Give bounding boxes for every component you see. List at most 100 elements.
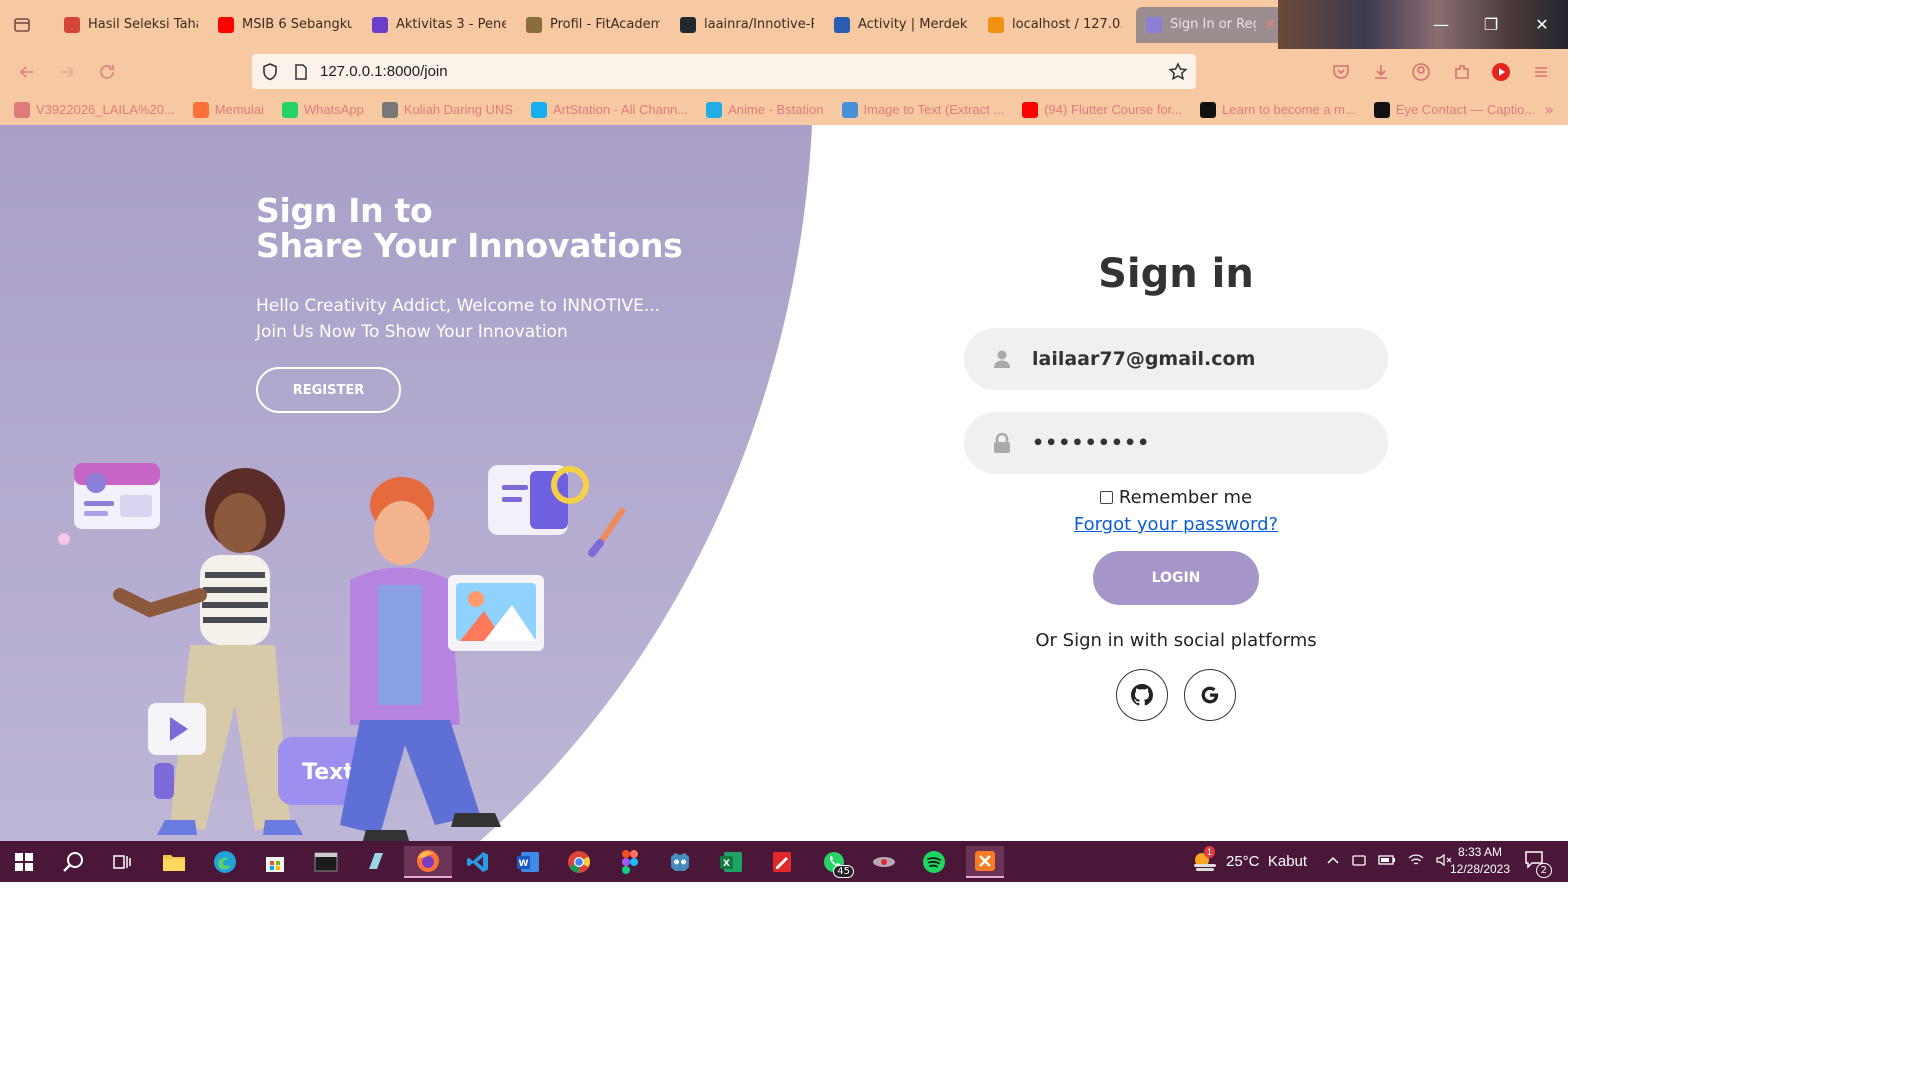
spotify-icon[interactable] [918,846,950,878]
artstation-icon [531,101,547,118]
browser-tab-label: Profil - FitAcadem [550,17,660,32]
youtube-extension-icon[interactable] [1489,60,1513,84]
reload-icon [100,65,114,79]
wifi-icon[interactable] [1408,853,1424,871]
word-icon[interactable]: W [512,846,544,878]
youtube-icon [218,16,234,33]
browser-tab-label: localhost / 127.0.0 [1012,17,1122,32]
captions-icon [1373,101,1390,118]
bookmark-label: Image to Text (Extract ... [863,102,1005,117]
terminal-icon[interactable] [310,846,342,878]
globe-icon [14,101,30,118]
password-field[interactable]: ••••••••• [964,412,1388,474]
url-text[interactable]: 127.0.0.1:8000/join [320,63,448,80]
bookmark-item-4[interactable]: ArtStation - All Chann... [531,101,688,118]
password-value[interactable]: ••••••••• [1032,432,1150,454]
notification-count: 2 [1535,863,1552,878]
chevron-up-icon[interactable] [1326,853,1340,871]
reload-button[interactable] [94,59,120,85]
remember-me-label[interactable]: Remember me [1119,487,1252,508]
back-button[interactable] [14,59,40,85]
bookmark-star-icon[interactable] [1168,62,1188,82]
microsoft-store-icon[interactable] [259,846,291,878]
browser-tab-7[interactable]: Sign In or Regi ✕ [1136,6,1286,43]
pocket-icon[interactable] [1329,60,1353,84]
vscode-icon[interactable] [462,846,494,878]
menu-icon[interactable] [1529,60,1553,84]
bookmark-item-5[interactable]: Anime - Bstation [706,101,824,118]
bookmark-item-3[interactable]: Kuliah Daring UNS [381,101,513,118]
extensions-icon[interactable] [1450,60,1474,84]
task-view-button[interactable] [106,846,138,878]
download-icon[interactable] [1369,60,1393,84]
bookmark-item-1[interactable]: Memulai [192,101,264,118]
kampus-icon [834,16,850,33]
bookmark-item-8[interactable]: Learn to become a m... [1200,101,1356,118]
register-button[interactable]: REGISTER [256,367,401,413]
godot-icon[interactable] [664,846,696,878]
browser-tab-strip: Hasil Seleksi Tahap MSIB 6 Sebangku Aktivi… [0,0,1568,49]
github-signin-button[interactable] [1116,669,1168,721]
bookmark-item-9[interactable]: Eye Contact — Captio... [1373,101,1535,118]
weather-widget[interactable]: 1 25°C Kabut [1192,846,1307,872]
notification-center-button[interactable]: 2 [1524,849,1552,878]
clock[interactable]: 8:33 AM 12/28/2023 [1444,844,1516,878]
bookmark-item-2[interactable]: WhatsApp [281,101,364,118]
arrow-right-icon [61,66,75,78]
file-explorer-icon[interactable] [158,846,190,878]
excel-icon[interactable]: X [715,846,747,878]
minimize-button[interactable]: — [1416,0,1466,49]
email-value[interactable]: lailaar77@gmail.com [1032,348,1255,370]
screen-recorder-icon[interactable] [868,846,900,878]
bookmark-item-7[interactable]: (94) Flutter Course for... [1022,101,1182,118]
notes-app-icon[interactable] [360,846,392,878]
figma-icon[interactable] [614,846,646,878]
bookmarks-overflow-icon[interactable]: » [1544,100,1554,119]
forward-button[interactable] [54,59,80,85]
edge-icon[interactable] [209,846,241,878]
camera-icon[interactable] [1352,853,1366,871]
browser-tab-0[interactable]: Hasil Seleksi Tahap [54,7,208,43]
login-button[interactable]: LOGIN [1093,551,1259,605]
hero-subtitle-line2: Join Us Now To Show Your Innovation [256,322,568,342]
google-icon [1201,686,1219,704]
browser-tab-6[interactable]: localhost / 127.0.0 [978,7,1132,43]
remember-me-checkbox[interactable] [1099,491,1113,504]
battery-icon[interactable] [1378,853,1396,871]
bookmark-item-0[interactable]: V3922026_LAILA%20... [14,101,175,118]
bookmark-label: Memulai [214,102,264,117]
search-button[interactable] [57,846,89,878]
xampp-icon[interactable] [966,846,1004,878]
image-text-icon [841,101,858,118]
firefox-taskbar-icon[interactable] [404,846,452,878]
signin-title: Sign in [1098,251,1254,297]
navigation-bar: 127.0.0.1:8000/join [0,49,1568,94]
pdf-editor-icon[interactable] [766,846,798,878]
chrome-icon[interactable] [563,846,595,878]
bookmark-item-6[interactable]: Image to Text (Extract ... [841,101,1005,118]
google-signin-button[interactable] [1184,669,1236,721]
tab-manager-button[interactable] [0,0,44,49]
account-icon[interactable] [1409,60,1433,84]
start-button[interactable] [8,846,40,878]
whatsapp-taskbar-icon[interactable]: 45 [818,846,854,878]
bstation-icon [706,101,723,118]
shield-icon[interactable] [262,62,278,81]
bookmark-label: Kuliah Daring UNS [403,102,513,117]
browser-tab-2[interactable]: Aktivitas 3 - Pener [362,7,516,43]
close-window-button[interactable]: ✕ [1517,0,1567,49]
uns-icon [381,101,398,118]
address-bar[interactable]: 127.0.0.1:8000/join [252,54,1196,89]
restore-button[interactable]: ❐ [1466,0,1516,49]
browser-tab-4[interactable]: laainra/Innotive-P [670,7,824,43]
close-tab-icon[interactable]: ✕ [1264,17,1276,33]
email-field[interactable]: lailaar77@gmail.com [964,328,1388,390]
man-character-icon [340,477,501,841]
bookmark-label: Learn to become a m... [1222,102,1356,117]
hero-subtitle-line1: Hello Creativity Addict, Welcome to INNO… [256,296,661,316]
browser-tab-5[interactable]: Activity | Merdeka [824,7,978,43]
browser-tab-1[interactable]: MSIB 6 Sebangku [208,7,362,43]
browser-tab-3[interactable]: Profil - FitAcadem [516,7,670,43]
svg-text:W: W [519,859,529,869]
forgot-password-link[interactable]: Forgot your password? [964,514,1388,535]
